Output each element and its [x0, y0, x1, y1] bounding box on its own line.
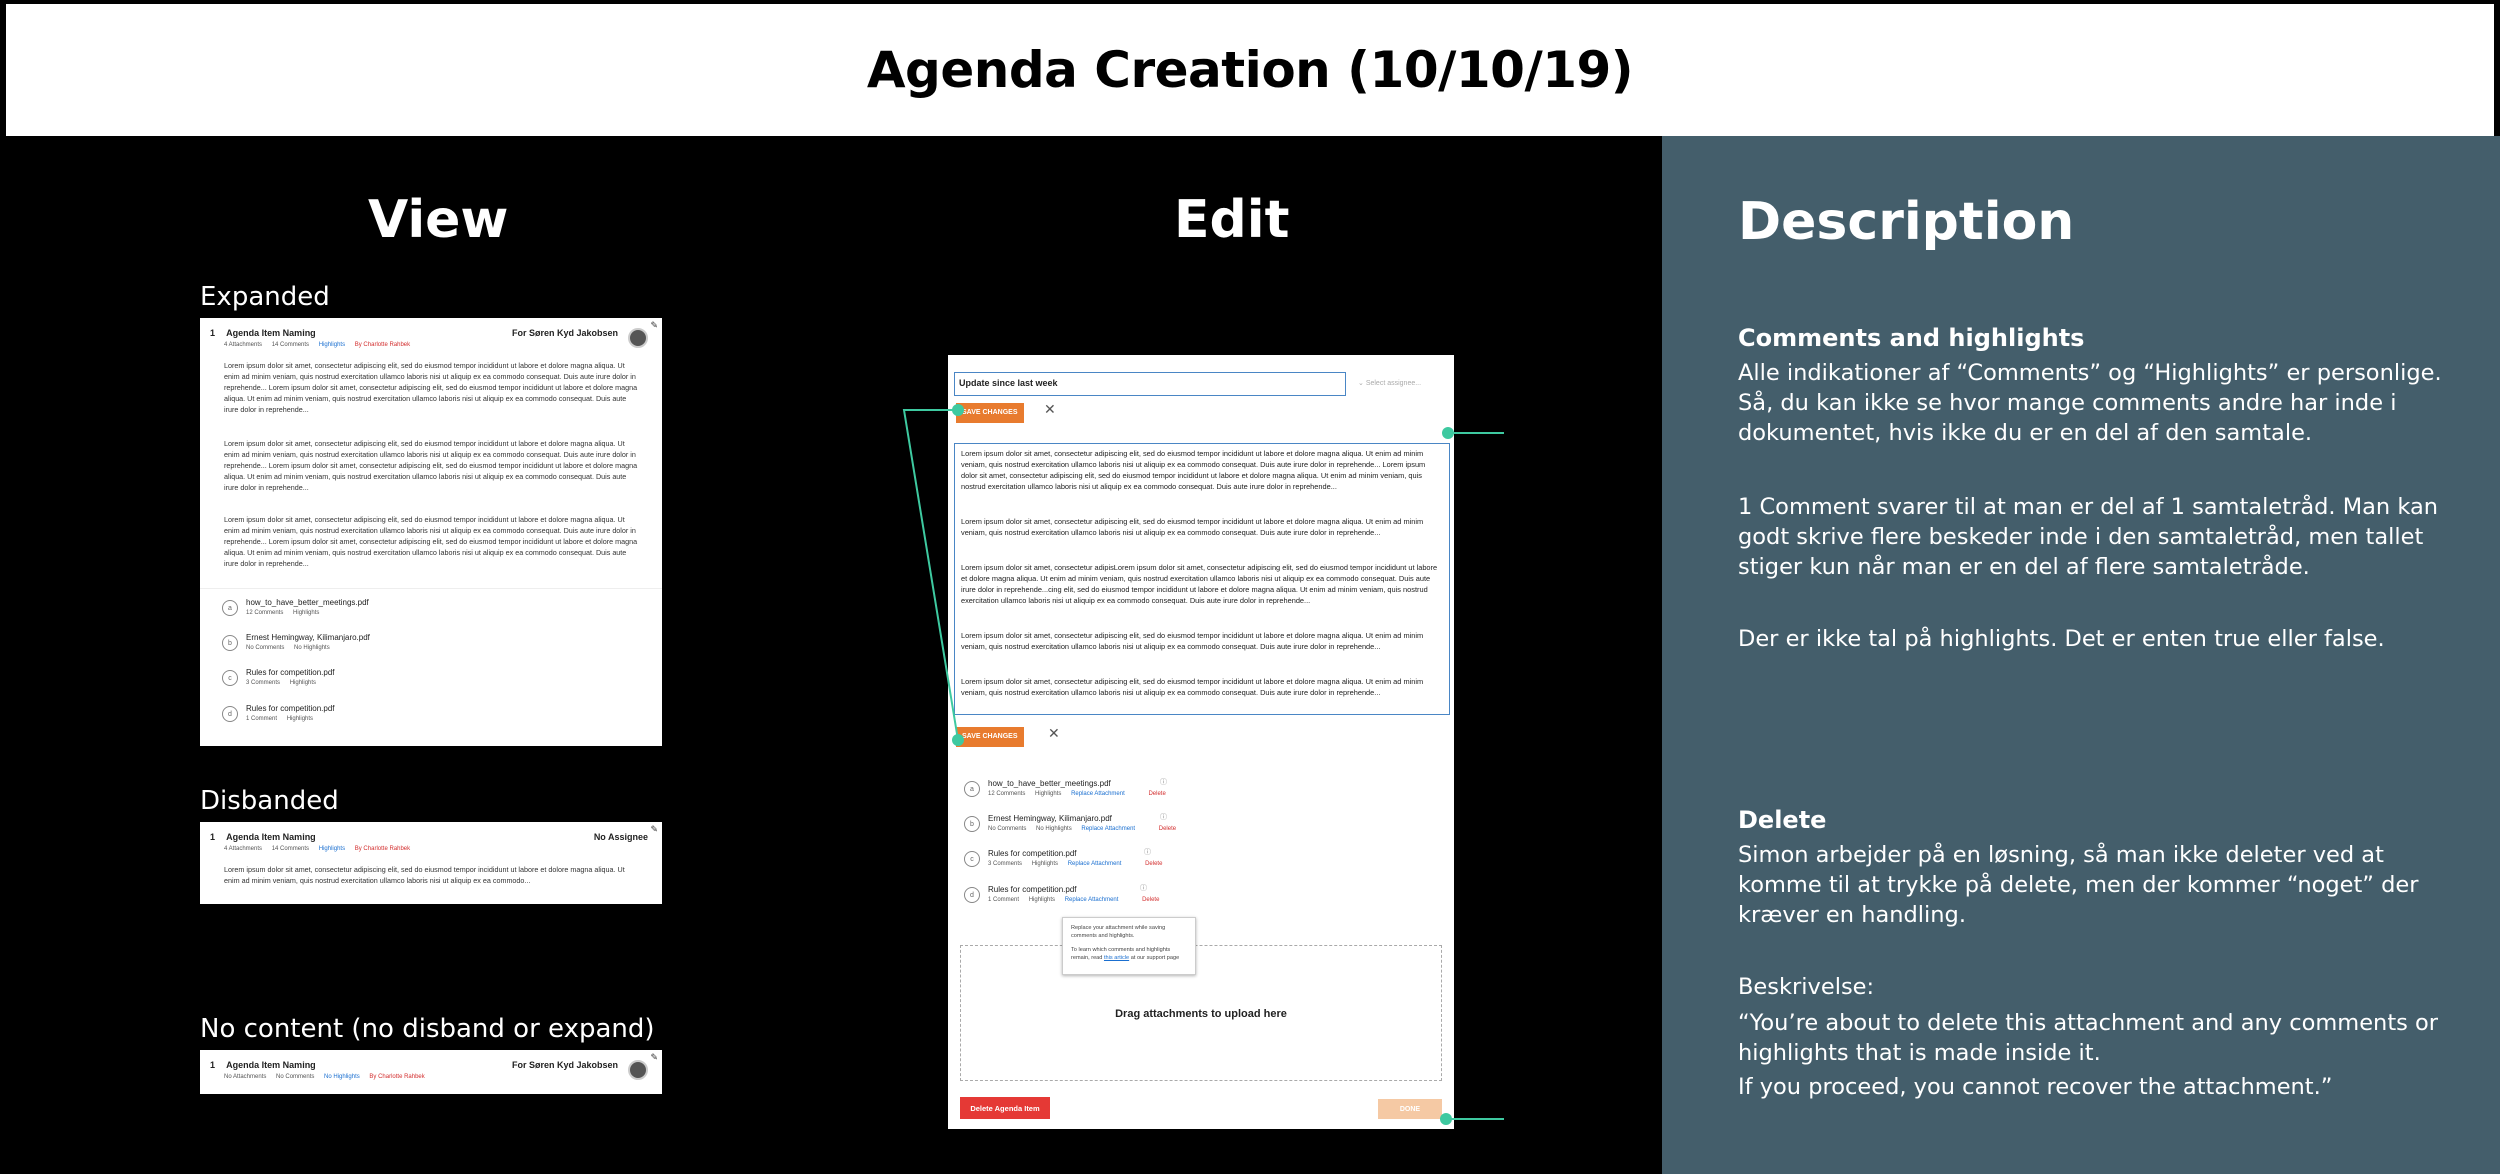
connector-line [902, 409, 959, 741]
connector-dot [1442, 427, 1454, 439]
slide: Agenda Creation (10/10/19) Description C… [0, 0, 2500, 1174]
connector-lines [902, 404, 1504, 1125]
connector-dot [952, 404, 964, 416]
connector-dot [952, 734, 964, 746]
connector-dot [1440, 1113, 1452, 1125]
